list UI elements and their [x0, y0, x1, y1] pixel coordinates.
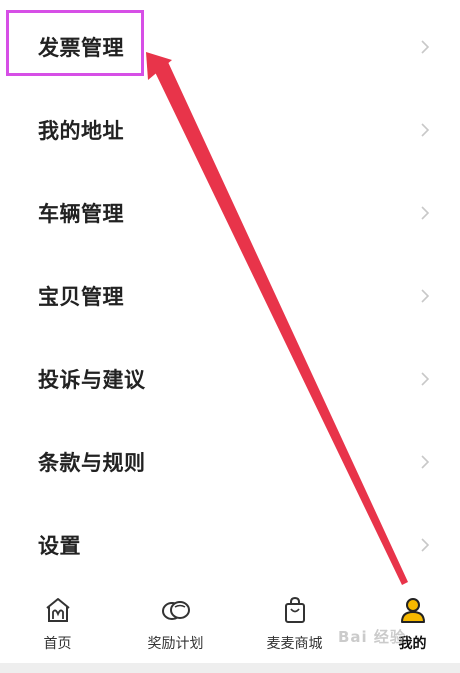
menu-item-label: 发票管理 [38, 36, 124, 60]
menu-item-invoice[interactable]: 发票管理 [0, 17, 460, 77]
app-screen: 发票管理 我的地址 车辆管理 宝贝管理 投诉与建议 条款与规则 设置 首页 奖励… [0, 0, 460, 673]
menu-item-label: 投诉与建议 [38, 368, 146, 392]
chevron-right-icon [421, 123, 430, 137]
menu-item-feedback[interactable]: 投诉与建议 [0, 349, 460, 409]
menu-item-address[interactable]: 我的地址 [0, 100, 460, 160]
chevron-right-icon [421, 372, 430, 386]
menu-item-kids[interactable]: 宝贝管理 [0, 266, 460, 326]
home-icon [45, 598, 70, 622]
coins-icon [161, 601, 190, 620]
menu-item-label: 我的地址 [38, 119, 124, 143]
tab-profile[interactable]: 我的 [355, 585, 460, 663]
chevron-right-icon [421, 206, 430, 220]
user-icon [400, 598, 425, 623]
menu-item-label: 车辆管理 [38, 202, 124, 226]
menu-item-label: 条款与规则 [38, 451, 146, 475]
menu-item-terms[interactable]: 条款与规则 [0, 432, 460, 492]
chevron-right-icon [421, 40, 430, 54]
menu-item-label: 宝贝管理 [38, 285, 124, 309]
tab-shop[interactable]: 麦麦商城 [237, 585, 352, 663]
menu-item-label: 设置 [38, 534, 81, 558]
bottom-strip [0, 663, 460, 673]
tab-label: 首页 [43, 636, 72, 652]
tab-label: 麦麦商城 [266, 636, 323, 652]
tab-label: 奖励计划 [147, 636, 204, 652]
shopping-bag-icon [284, 596, 305, 623]
chevron-right-icon [421, 455, 430, 469]
menu-item-settings[interactable]: 设置 [0, 515, 460, 575]
bottom-tab-bar: 首页 奖励计划 麦麦商城 我的 [0, 585, 460, 663]
menu-item-vehicles[interactable]: 车辆管理 [0, 183, 460, 243]
tab-rewards[interactable]: 奖励计划 [118, 585, 233, 663]
tab-label: 我的 [398, 636, 427, 652]
chevron-right-icon [421, 538, 430, 552]
tab-home[interactable]: 首页 [0, 585, 115, 663]
chevron-right-icon [421, 289, 430, 303]
